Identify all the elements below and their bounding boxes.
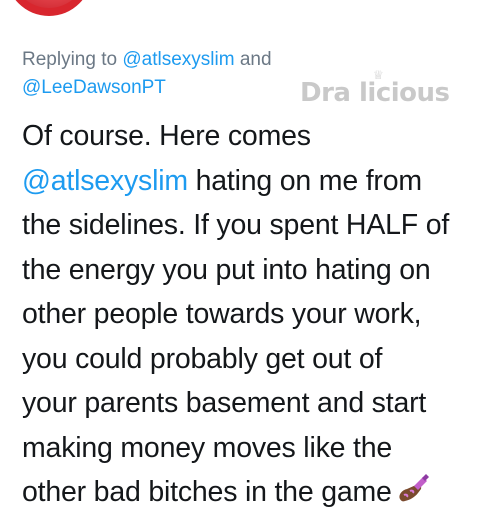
mention-link-leedawsonpt[interactable]: @LeeDawsonPT bbox=[22, 77, 166, 98]
avatar[interactable] bbox=[6, 0, 92, 16]
replying-to-line: Replying to @atlsexyslim and @LeeDawsonP… bbox=[22, 46, 342, 102]
replying-to-label: Replying to bbox=[22, 49, 118, 70]
watermark-text: Dra licious bbox=[300, 78, 450, 108]
tweet-line: you could probably get out of bbox=[22, 342, 383, 375]
tweet-text: Of course. Here comes @atlsexyslim hatin… bbox=[22, 114, 472, 515]
replying-to-conjunction: and bbox=[239, 49, 272, 70]
tweet-line: other bad bitches in the game bbox=[22, 470, 472, 515]
tweet-line: the sidelines. If you spent HALF of bbox=[22, 209, 450, 241]
tweet-line: making money moves like the bbox=[22, 431, 393, 464]
crown-icon: ♕ bbox=[373, 68, 384, 82]
tweet-line-text: other bad bitches in the game bbox=[22, 476, 392, 508]
tweet-line: Of course. Here comes bbox=[22, 120, 311, 152]
tweet-card: Replying to @atlsexyslim and @LeeDawsonP… bbox=[0, 0, 483, 520]
tweet-line: other people towards your work, bbox=[22, 298, 422, 330]
nail-polish-emoji-icon bbox=[399, 474, 429, 502]
tweet-line-text: hating on me from bbox=[187, 164, 423, 197]
watermark-logo: Dra licious ♕ bbox=[300, 68, 450, 108]
avatar-image bbox=[12, 0, 86, 8]
mention-link-atlsexyslim[interactable]: @atlsexyslim bbox=[22, 165, 188, 197]
tweet-line: the energy you put into hating on bbox=[22, 253, 431, 286]
tweet-line: your parents basement and start bbox=[22, 387, 427, 419]
mention-link-atlsexyslim[interactable]: @atlsexyslim bbox=[122, 49, 234, 70]
tweet-line: @atlsexyslim hating on me from bbox=[22, 159, 472, 204]
